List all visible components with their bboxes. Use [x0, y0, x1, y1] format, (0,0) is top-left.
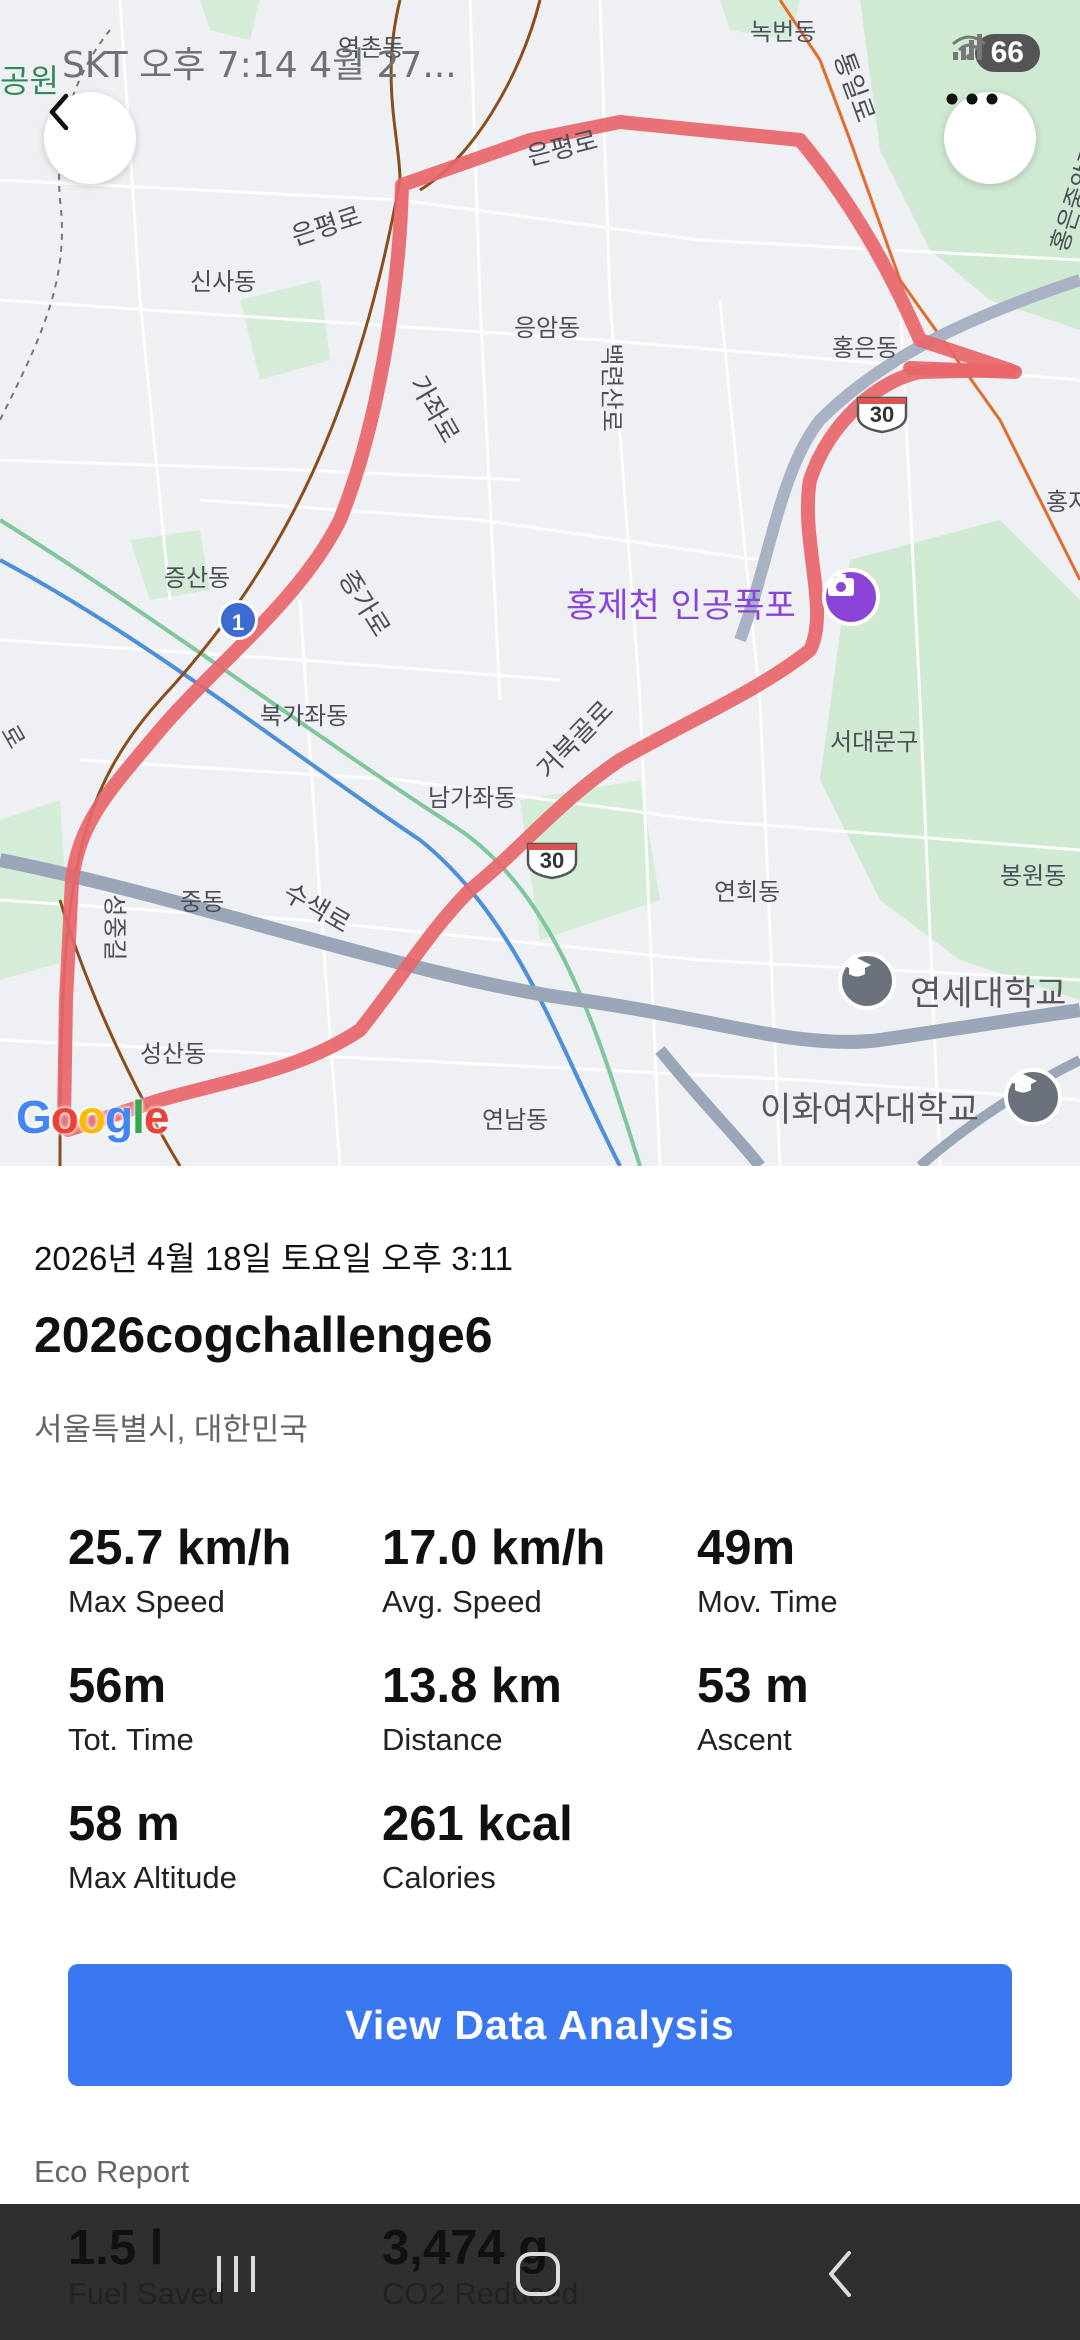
school-icon[interactable] — [838, 952, 896, 1010]
activity-title: 2026cogchallenge6 — [34, 1307, 493, 1363]
route-30-shield-2: 30 — [524, 834, 580, 880]
stat-max-speed: 25.7 km/h Max Speed — [68, 1520, 378, 1620]
stat-value: 13.8 km — [382, 1659, 562, 1713]
school-icon-2[interactable] — [1004, 1068, 1062, 1126]
map-label-seongsan: 성산동 — [140, 1040, 207, 1068]
poi-hongjecheon-waterfall[interactable]: 홍제천 인공폭포 — [566, 578, 796, 627]
stat-value: 53 m — [697, 1659, 809, 1713]
back-arrow-icon — [829, 2251, 851, 2297]
stat-label: Tot. Time — [68, 1722, 194, 1757]
stat-label: Mov. Time — [697, 1584, 838, 1619]
subway-line-1-badge: 1 — [218, 600, 258, 640]
map-label-jung: 중동 — [180, 888, 225, 916]
stat-ascent: 53 m Ascent — [697, 1658, 1007, 1758]
map-label-yeonhui: 연희동 — [714, 878, 781, 906]
google-logo: Google — [16, 1091, 169, 1143]
activity-date: 2026년 4월 18일 토요일 오후 3:11 — [34, 1240, 513, 1277]
stat-value: 17.0 km/h — [382, 1521, 606, 1575]
stat-value: 261 kcal — [382, 1797, 573, 1851]
map-label-bongwon: 봉원동 — [1000, 862, 1067, 890]
status-bar-right: 66 — [951, 34, 1040, 72]
map-label-seongjung-gil: 성중길 — [100, 894, 129, 961]
route-30-shield: 30 — [854, 388, 910, 434]
more-options-button[interactable] — [944, 92, 1036, 184]
map-label-seodaemun: 서대문구 — [830, 728, 919, 756]
map-label-hong-edge: 홍자 — [1046, 488, 1080, 516]
activity-location: 서울특별시, 대한민국 — [34, 1412, 308, 1447]
back-button[interactable] — [44, 92, 136, 184]
stat-tot-time: 56m Tot. Time — [68, 1658, 378, 1758]
stat-value: 58 m — [68, 1797, 180, 1851]
map-label-namgajwa: 남가좌동 — [428, 784, 517, 812]
poi-ewha[interactable]: 이화여자대학교 — [760, 1082, 979, 1131]
map-label-bukgajwa: 북가좌동 — [260, 702, 349, 730]
more-dots-icon — [946, 93, 998, 105]
stat-label: Avg. Speed — [382, 1584, 542, 1619]
camera-icon[interactable] — [822, 568, 880, 626]
map-label-noksan: 녹번동 — [750, 18, 817, 46]
stat-label: Max Speed — [68, 1584, 225, 1619]
map-label-jeungsan: 증산동 — [164, 564, 231, 592]
stat-calories: 261 kcal Calories — [382, 1796, 692, 1896]
map-label-hongeun: 홍은동 — [832, 334, 899, 362]
eco-report-heading: Eco Report — [34, 2154, 190, 2189]
stat-avg-speed: 17.0 km/h Avg. Speed — [382, 1520, 692, 1620]
map-label-sinsa: 신사동 — [190, 268, 257, 296]
recent-apps-button[interactable] — [196, 2244, 276, 2304]
map-label-yeonnam: 연남동 — [482, 1106, 549, 1134]
route-map[interactable]: 녹번동 역촌동 은평로 은평로 통일로 홍은중앙로 신사동 응암동 가좌로 백련… — [0, 0, 1080, 1166]
stat-max-altitude: 58 m Max Altitude — [68, 1796, 378, 1896]
status-bar-time: SKT 오후 7:14 4월 27... — [62, 45, 457, 86]
recent-apps-icon — [217, 2256, 255, 2292]
poi-yonsei[interactable]: 연세대학교 — [910, 966, 1066, 1015]
view-data-analysis-button[interactable]: View Data Analysis — [68, 1964, 1012, 2086]
stat-value: 49m — [697, 1521, 796, 1575]
stat-mov-time: 49m Mov. Time — [697, 1520, 1007, 1620]
stat-distance: 13.8 km Distance — [382, 1658, 692, 1758]
home-icon — [516, 2252, 560, 2296]
stat-label: Calories — [382, 1860, 496, 1895]
stat-label: Ascent — [697, 1722, 792, 1757]
chevron-left-icon — [49, 93, 69, 131]
stat-label: Distance — [382, 1722, 503, 1757]
home-button[interactable] — [498, 2244, 578, 2304]
system-navigation-bar: 1.5 l Fuel Saved 3,474 g CO2 Reduced — [0, 2204, 1080, 2340]
map-label-baengnyeonsan-ro: 백련산로 — [597, 343, 626, 432]
stat-value: 25.7 km/h — [68, 1521, 292, 1575]
nav-back-button[interactable] — [800, 2244, 880, 2304]
stat-value: 56m — [68, 1659, 167, 1713]
stat-label: Max Altitude — [68, 1860, 237, 1895]
map-label-eungam: 응암동 — [514, 314, 581, 342]
